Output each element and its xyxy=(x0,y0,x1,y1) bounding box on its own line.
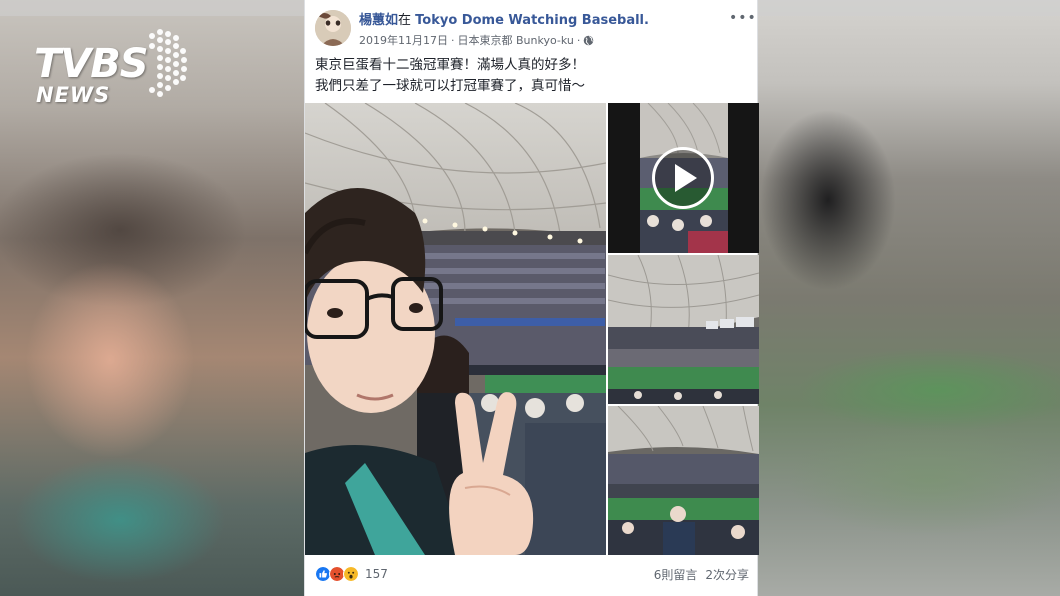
post-text: 東京巨蛋看十二強冠軍賽！滿場人真的好多！ 我們只差了一球就可以打冠軍賽了，真可惜… xyxy=(315,55,745,97)
post-date[interactable]: 2019年11月17日 xyxy=(359,32,448,48)
location-prefix: 在 xyxy=(398,13,416,28)
author-line: 楊蕙如在 Tokyo Dome Watching Baseball. xyxy=(359,13,649,29)
meta-separator: · xyxy=(576,33,581,47)
tvbs-logo: TVBS NEWS xyxy=(32,26,192,110)
post-meta: 2019年11月17日 · 日本東京都 Bunkyo-ku · xyxy=(359,32,594,48)
wow-reaction-icon xyxy=(343,566,359,582)
shares-count[interactable]: 2次分享 xyxy=(705,566,749,583)
post-video-thumbnail[interactable] xyxy=(608,103,759,253)
more-options-icon[interactable]: ••• xyxy=(729,8,756,28)
play-video-icon[interactable] xyxy=(652,147,714,209)
location-link[interactable]: Tokyo Dome Watching Baseball. xyxy=(415,13,649,28)
post-photo-stands[interactable] xyxy=(608,255,759,404)
facebook-post-card: 楊蕙如在 Tokyo Dome Watching Baseball. 2019年… xyxy=(304,0,759,596)
author-avatar[interactable] xyxy=(315,10,351,46)
post-text-line: 東京巨蛋看十二強冠軍賽！滿場人真的好多！ xyxy=(315,57,585,73)
comments-count[interactable]: 6則留言 xyxy=(654,566,698,583)
author-name[interactable]: 楊蕙如 xyxy=(359,13,398,28)
globe-icon xyxy=(584,35,594,45)
reactions-summary[interactable]: 157 xyxy=(315,566,388,582)
meta-separator: · xyxy=(451,33,455,47)
blurred-background-right xyxy=(758,0,1060,596)
reaction-count: 157 xyxy=(365,567,388,581)
post-place[interactable]: 日本東京都 Bunkyo-ku xyxy=(458,32,574,48)
post-text-line: 我們只差了一球就可以打冠軍賽了，真可惜～ xyxy=(315,78,585,94)
post-photo-field[interactable] xyxy=(608,406,759,555)
post-footer: 157 6則留言 2次分享 xyxy=(315,563,749,585)
engagement-counts: 6則留言 2次分享 xyxy=(654,566,749,583)
logo-subtitle: NEWS xyxy=(36,83,111,107)
logo-wordmark: TVBS xyxy=(34,41,149,87)
post-photo-selfie[interactable] xyxy=(305,103,606,555)
